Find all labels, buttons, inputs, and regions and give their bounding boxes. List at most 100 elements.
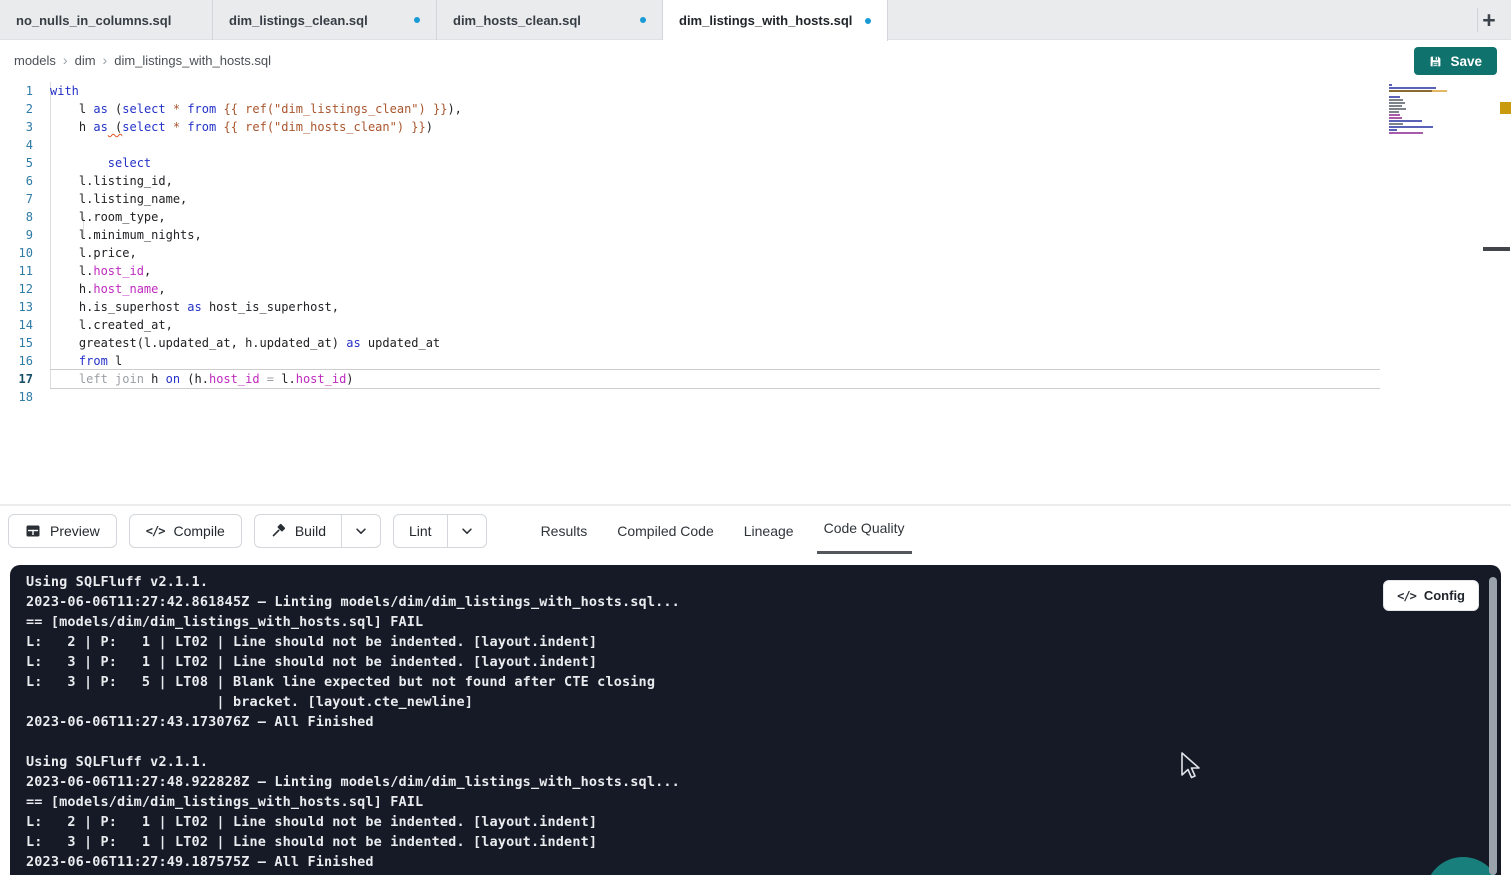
minimap-line (1389, 84, 1447, 86)
minimap-line (1389, 135, 1447, 137)
code-text: l.created_at, (50, 316, 1380, 334)
plus-icon: + (1482, 7, 1495, 34)
line-number: 1 (0, 82, 50, 100)
line-number: 8 (0, 208, 50, 226)
line-number: 17 (0, 370, 50, 388)
code-line[interactable]: 10 l.price, (0, 244, 1380, 262)
lint-dropdown[interactable] (448, 515, 486, 547)
minimap-line (1389, 96, 1447, 98)
editor-tab[interactable]: no_nulls_in_columns.sql (0, 0, 213, 40)
line-number: 2 (0, 100, 50, 118)
breadcrumb: models›dim›dim_listings_with_hosts.sql (14, 52, 271, 68)
editor-tab[interactable]: dim_hosts_clean.sql (437, 0, 663, 40)
code-text: select (50, 154, 1380, 172)
breadcrumb-item: dim (75, 53, 96, 68)
lint-label: Lint (409, 523, 432, 539)
code-line[interactable]: 18 (0, 388, 1380, 406)
minimap-line (1389, 108, 1447, 110)
line-number: 12 (0, 280, 50, 298)
ide-window: no_nulls_in_columns.sql dim_listings_clea… (0, 0, 1511, 875)
mouse-cursor (1178, 750, 1202, 782)
editor-tab[interactable]: dim_listings_clean.sql (213, 0, 437, 40)
line-number: 5 (0, 154, 50, 172)
panel-tab-label: Lineage (744, 523, 794, 539)
panel-tab-code-quality[interactable]: Code Quality (824, 506, 905, 556)
build-label: Build (295, 523, 326, 539)
line-number: 11 (0, 262, 50, 280)
compile-button[interactable]: </> Compile (129, 514, 242, 548)
chevron-down-icon (354, 524, 368, 538)
code-icon: </> (1397, 589, 1416, 603)
line-number: 13 (0, 298, 50, 316)
action-toolbar: Preview </> Compile Build (0, 505, 1511, 555)
code-line[interactable]: 6 l.listing_id, (0, 172, 1380, 190)
lint-button[interactable]: Lint (394, 515, 448, 547)
code-line[interactable]: 7 l.listing_name, (0, 190, 1380, 208)
code-line[interactable]: 1with (0, 82, 1380, 100)
code-line[interactable]: 3 h as (select * from {{ ref("dim_hosts_… (0, 118, 1380, 136)
panel-tab-label: Results (541, 523, 588, 539)
compile-label: Compile (173, 523, 224, 539)
terminal-output: Using SQLFluff v2.1.1. 2023-06-06T11:27:… (10, 565, 1501, 875)
minimap-line (1389, 114, 1447, 116)
minimap-line (1389, 129, 1447, 131)
minimap-line (1389, 126, 1447, 128)
code-line[interactable]: 11 l.host_id, (0, 262, 1380, 280)
code-line[interactable]: 17 left join h on (h.host_id = l.host_id… (0, 370, 1380, 388)
code-text: l.room_type, (50, 208, 1380, 226)
code-text: l as (select * from {{ ref("dim_listings… (50, 100, 1380, 118)
line-number: 3 (0, 118, 50, 136)
panel-tab-results[interactable]: Results (541, 506, 588, 556)
code-text: l.minimum_nights, (50, 226, 1380, 244)
terminal-panel: Using SQLFluff v2.1.1. 2023-06-06T11:27:… (10, 565, 1501, 875)
code-line[interactable]: 8 l.room_type, (0, 208, 1380, 226)
save-button[interactable]: Save (1414, 47, 1497, 75)
code-line[interactable]: 14 l.created_at, (0, 316, 1380, 334)
chevron-down-icon (460, 524, 474, 538)
save-label: Save (1450, 54, 1482, 69)
code-line[interactable]: 2 l as (select * from {{ ref("dim_listin… (0, 100, 1380, 118)
config-button[interactable]: </> Config (1383, 580, 1479, 611)
scroll-position-marker (1483, 247, 1510, 251)
code-text: l.listing_id, (50, 172, 1380, 190)
code-line[interactable]: 15 greatest(l.updated_at, h.updated_at) … (0, 334, 1380, 352)
code-line[interactable]: 12 h.host_name, (0, 280, 1380, 298)
minimap-line (1389, 90, 1447, 92)
line-number: 10 (0, 244, 50, 262)
lint-button-group: Lint (393, 514, 487, 548)
line-number: 9 (0, 226, 50, 244)
minimap-line (1389, 132, 1447, 134)
code-editor[interactable]: 1with2 l as (select * from {{ ref("dim_l… (0, 80, 1511, 505)
panel-tab-lineage[interactable]: Lineage (744, 506, 794, 556)
code-text: left join h on (h.host_id = l.host_id) (50, 370, 1380, 388)
build-dropdown[interactable] (342, 515, 380, 547)
code-text (50, 388, 1380, 406)
code-text: with (50, 82, 1380, 100)
line-number: 7 (0, 190, 50, 208)
code-line[interactable]: 5 select (0, 154, 1380, 172)
breadcrumb-separator: › (103, 52, 108, 68)
line-number: 14 (0, 316, 50, 334)
code-text: h as (select * from {{ ref("dim_hosts_cl… (50, 118, 1380, 136)
minimap-line (1389, 105, 1447, 107)
editor-tab[interactable]: dim_listings_with_hosts.sql (663, 0, 888, 41)
code-line[interactable]: 13 h.is_superhost as host_is_superhost, (0, 298, 1380, 316)
preview-button[interactable]: Preview (8, 514, 117, 548)
hammer-icon (270, 523, 286, 539)
code-line[interactable]: 9 l.minimum_nights, (0, 226, 1380, 244)
panel-tab-label: Compiled Code (617, 523, 714, 539)
build-button[interactable]: Build (255, 515, 342, 547)
breadcrumb-separator: › (63, 52, 68, 68)
tab-bar-tabs: no_nulls_in_columns.sql dim_listings_clea… (0, 0, 1511, 40)
code-line[interactable]: 16 from l (0, 352, 1380, 370)
terminal-scrollbar[interactable] (1489, 577, 1497, 875)
minimap-line (1389, 102, 1447, 104)
panel-tab-compiled-code[interactable]: Compiled Code (617, 506, 714, 556)
new-tab-button[interactable]: + (1475, 0, 1503, 40)
minimap[interactable] (1389, 84, 1447, 138)
code-text: greatest(l.updated_at, h.updated_at) as … (50, 334, 1380, 352)
code-line[interactable]: 4 (0, 136, 1380, 154)
tab-label: no_nulls_in_columns.sql (16, 13, 171, 28)
line-number: 15 (0, 334, 50, 352)
tab-bar: no_nulls_in_columns.sql dim_listings_clea… (0, 0, 1511, 40)
